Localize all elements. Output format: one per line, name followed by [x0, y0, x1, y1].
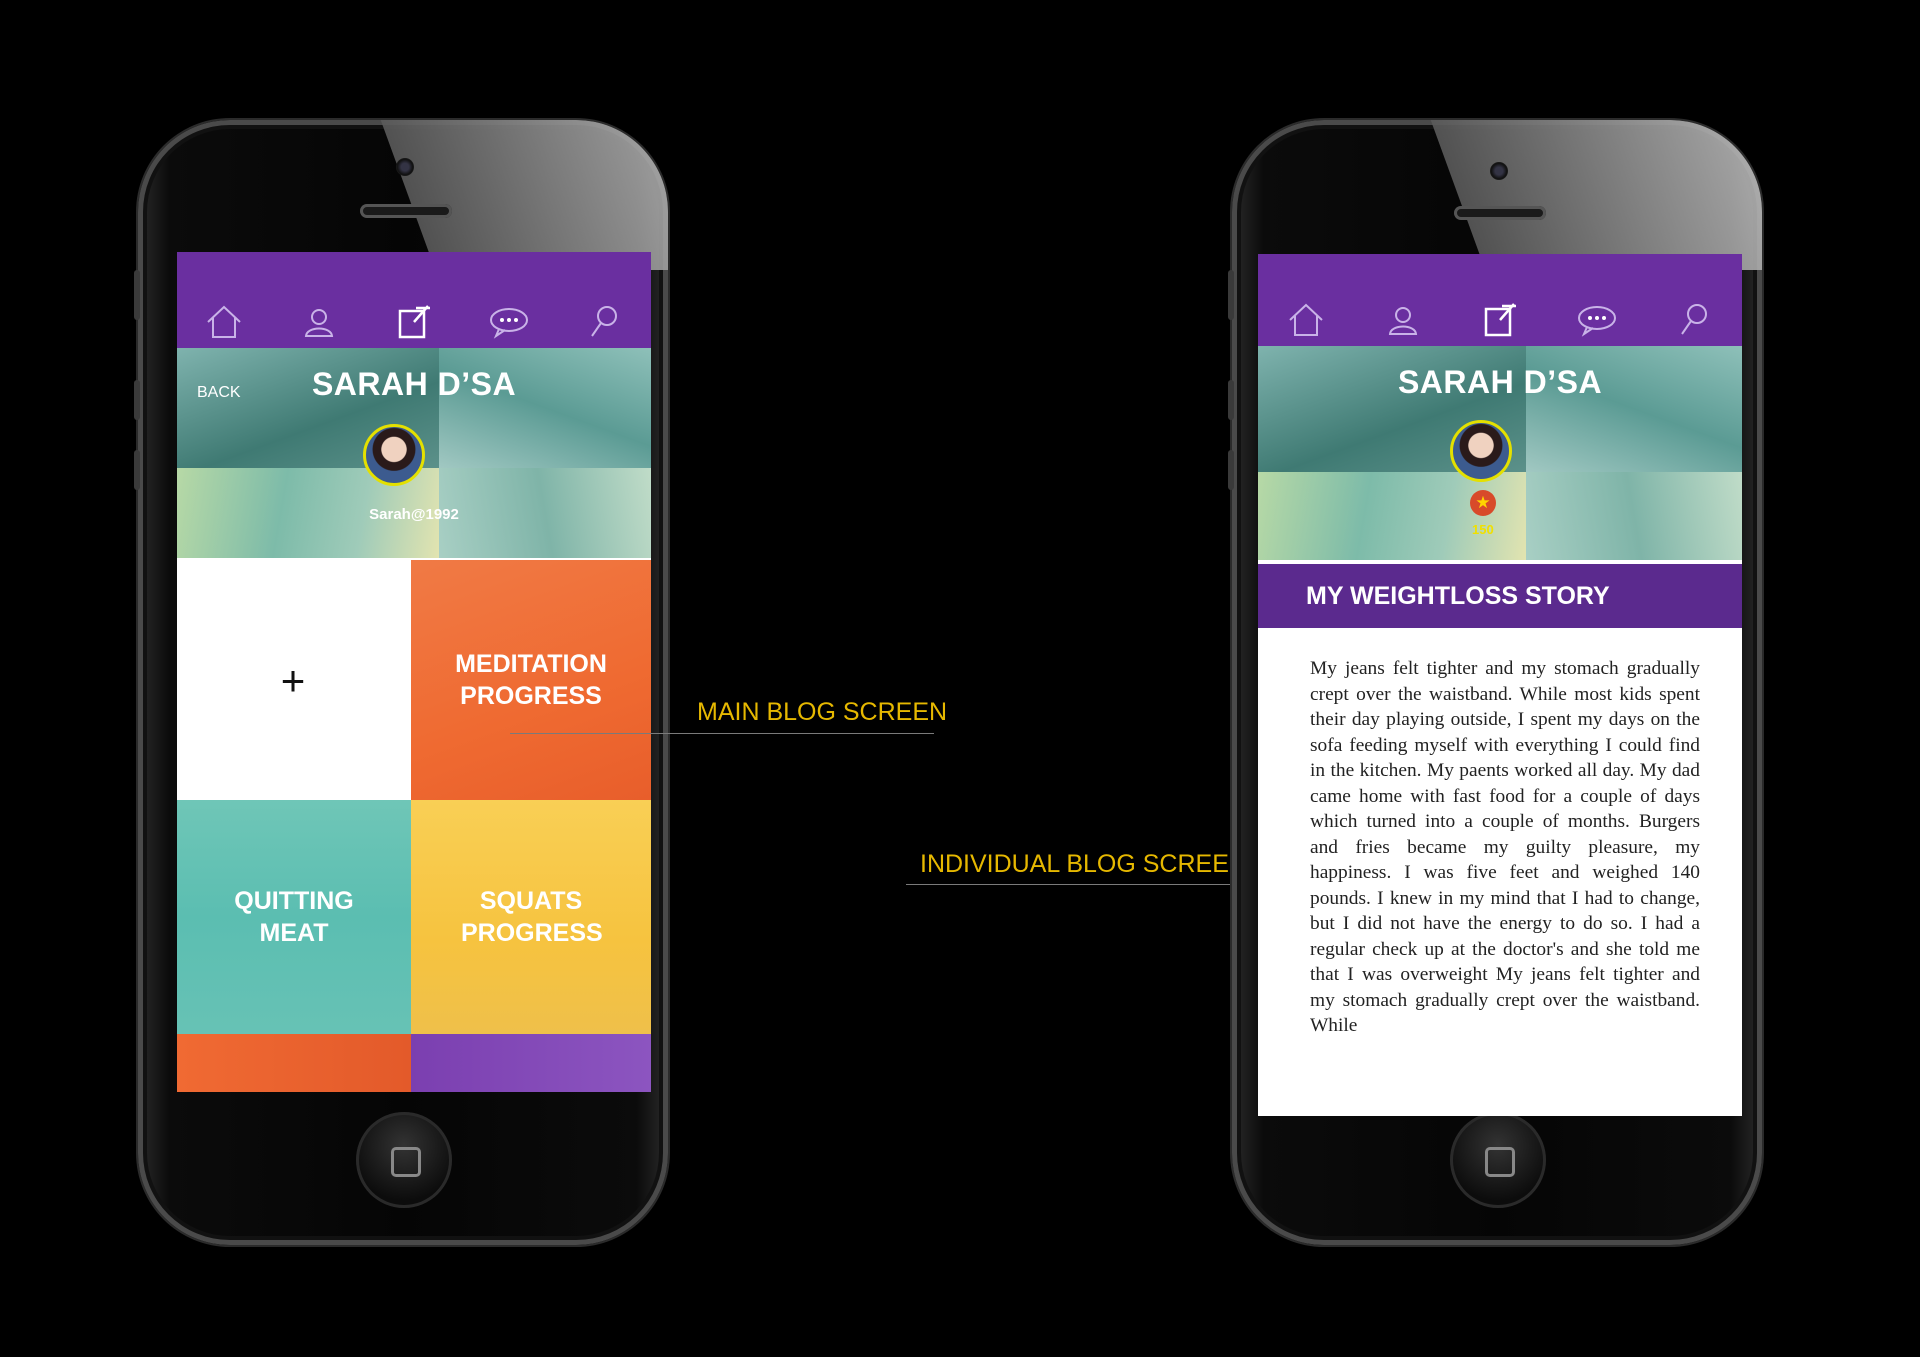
individual-blog-screen: SARAH D’SA ★ 150 MY WEIGHTLOSS STORY My …: [1258, 254, 1742, 1116]
tile-label: MEDITATION PROGRESS: [455, 650, 607, 710]
story-title: MY WEIGHTLOSS STORY: [1258, 564, 1742, 628]
avatar[interactable]: [363, 424, 425, 486]
home-button[interactable]: [356, 1112, 452, 1208]
add-post-button[interactable]: +: [177, 562, 409, 800]
chat-icon[interactable]: [1577, 300, 1617, 340]
volume-button: [134, 270, 140, 320]
tile-label: SQUATS PROGRESS: [461, 887, 603, 947]
home-icon[interactable]: [1286, 300, 1326, 340]
volume-button: [1228, 270, 1234, 320]
phone-glare: [1430, 120, 1762, 270]
tile-partial[interactable]: [177, 1034, 411, 1092]
front-camera: [396, 158, 414, 176]
top-nav-bar: [177, 252, 651, 348]
user-icon[interactable]: [1383, 300, 1423, 340]
points-count: 150: [1472, 522, 1494, 537]
annotation-line: [906, 884, 1258, 885]
main-blog-screen: BACK SARAH D’SA Sarah@1992 + MEDITATION …: [177, 252, 651, 1092]
profile-header: SARAH D’SA ★ 150: [1258, 346, 1742, 560]
tile-quitting-meat[interactable]: QUITTING MEAT: [177, 800, 411, 1034]
cover-photo: [1258, 472, 1526, 560]
annotation-individual-blog-screen: INDIVIDUAL BLOG SCREEN: [920, 850, 1247, 878]
volume-button: [1228, 450, 1234, 490]
cover-photo: [1526, 472, 1742, 560]
home-icon[interactable]: [204, 302, 244, 342]
phone-glare: [380, 120, 668, 270]
profile-name: SARAH D’SA: [1397, 364, 1603, 400]
search-icon[interactable]: [584, 302, 624, 342]
tile-meditation-progress[interactable]: MEDITATION PROGRESS: [411, 560, 651, 800]
edit-icon[interactable]: [1480, 300, 1520, 340]
volume-button: [134, 450, 140, 490]
top-nav-bar: [1258, 254, 1742, 346]
story-body: My jeans felt tighter and my stomach gra…: [1310, 658, 1700, 1036]
user-icon[interactable]: [299, 302, 339, 342]
profile-handle: Sarah@1992: [369, 506, 459, 523]
profile-header: BACK SARAH D’SA Sarah@1992: [177, 348, 651, 558]
star-badge-icon: ★: [1470, 490, 1496, 516]
tile-partial[interactable]: [411, 1034, 651, 1092]
search-icon[interactable]: [1674, 300, 1714, 340]
annotation-line: [510, 733, 934, 734]
profile-name: SARAH D’SA: [311, 366, 517, 402]
annotation-main-blog-screen: MAIN BLOG SCREEN: [697, 698, 948, 726]
volume-button: [1228, 380, 1234, 420]
earpiece-speaker: [1454, 206, 1546, 220]
avatar[interactable]: [1450, 420, 1512, 482]
chat-icon[interactable]: [489, 302, 529, 342]
tile-label: QUITTING MEAT: [234, 887, 354, 947]
front-camera: [1490, 162, 1508, 180]
add-icon: +: [280, 657, 306, 704]
home-button[interactable]: [1450, 1112, 1546, 1208]
edit-icon[interactable]: [394, 302, 434, 342]
earpiece-speaker: [360, 204, 452, 218]
tile-squats-progress[interactable]: SQUATS PROGRESS: [411, 800, 651, 1034]
volume-button: [134, 380, 140, 420]
